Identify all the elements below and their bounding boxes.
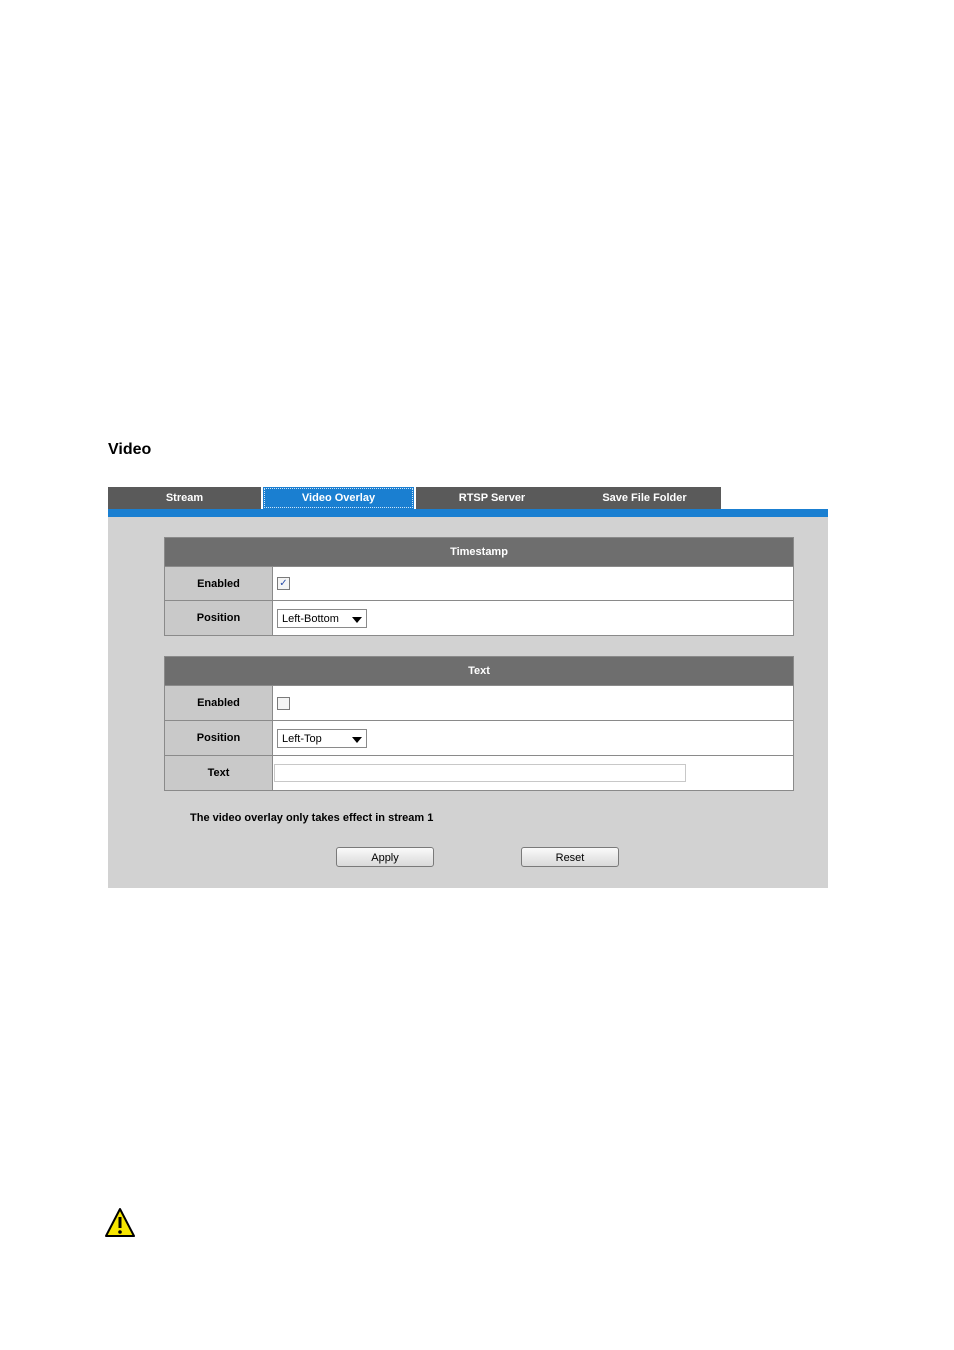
text-section: Text Enabled Position Left-Top Text bbox=[164, 656, 794, 791]
timestamp-position-value: Left-Bottom bbox=[282, 612, 339, 625]
tab-bar: Stream Video Overlay RTSP Server Save Fi… bbox=[108, 487, 828, 509]
page-title: Video bbox=[108, 441, 152, 458]
tab-video-overlay[interactable]: Video Overlay bbox=[263, 487, 414, 509]
settings-panel: Timestamp Enabled ✓ Position Left-Bottom… bbox=[108, 517, 828, 888]
tab-rtsp-server[interactable]: RTSP Server bbox=[416, 487, 568, 509]
chevron-down-icon bbox=[352, 616, 362, 623]
text-position-row: Position Left-Top bbox=[165, 721, 793, 756]
overlay-text-input[interactable] bbox=[274, 764, 686, 782]
timestamp-enabled-label: Enabled bbox=[165, 567, 273, 600]
text-input-row: Text bbox=[165, 756, 793, 790]
overlay-note: The video overlay only takes effect in s… bbox=[190, 812, 434, 824]
text-enabled-checkbox[interactable] bbox=[277, 696, 290, 710]
timestamp-section: Timestamp Enabled ✓ Position Left-Bottom bbox=[164, 537, 794, 636]
timestamp-enabled-row: Enabled ✓ bbox=[165, 567, 793, 601]
apply-button[interactable]: Apply bbox=[336, 847, 434, 867]
timestamp-position-label: Position bbox=[165, 601, 273, 635]
text-position-label: Position bbox=[165, 721, 273, 755]
text-input-label: Text bbox=[165, 756, 273, 790]
timestamp-position-select[interactable]: Left-Bottom bbox=[277, 608, 367, 628]
reset-button[interactable]: Reset bbox=[521, 847, 619, 867]
tab-save-file-folder[interactable]: Save File Folder bbox=[568, 487, 721, 509]
text-enabled-row: Enabled bbox=[165, 686, 793, 721]
warning-icon bbox=[104, 1207, 136, 1239]
text-position-select[interactable]: Left-Top bbox=[277, 728, 367, 748]
timestamp-enabled-checkbox[interactable]: ✓ bbox=[277, 577, 290, 590]
text-position-value: Left-Top bbox=[282, 732, 322, 745]
timestamp-header: Timestamp bbox=[165, 538, 793, 567]
chevron-down-icon bbox=[352, 736, 362, 743]
text-enabled-label: Enabled bbox=[165, 686, 273, 720]
text-header: Text bbox=[165, 657, 793, 686]
timestamp-position-row: Position Left-Bottom bbox=[165, 601, 793, 635]
tab-underline bbox=[108, 509, 828, 517]
tab-stream[interactable]: Stream bbox=[108, 487, 261, 509]
